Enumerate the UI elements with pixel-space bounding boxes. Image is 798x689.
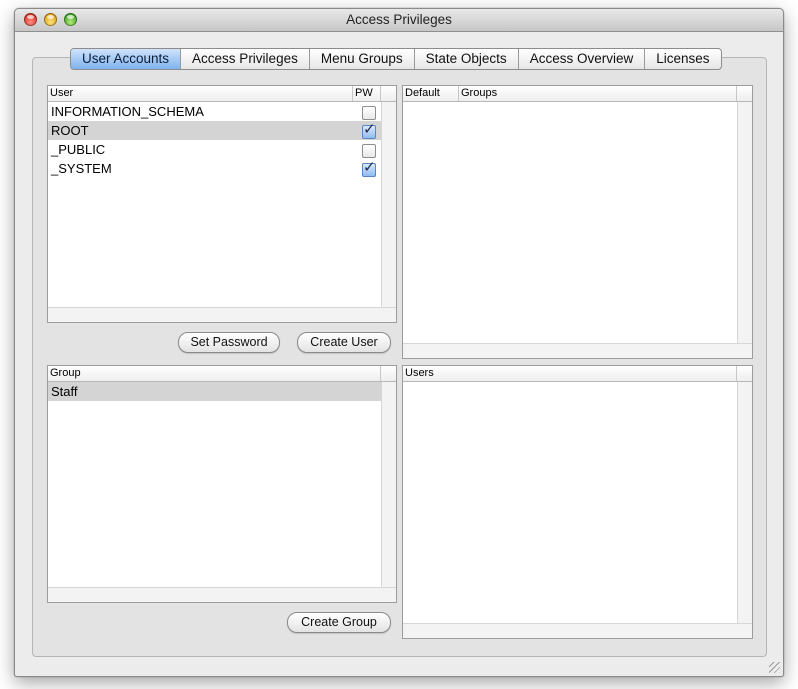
- horizontal-scrollbar[interactable]: [48, 587, 396, 602]
- column-header-groups[interactable]: Groups: [459, 86, 737, 101]
- group-users-table-header: Users: [403, 366, 752, 382]
- tab-access-overview[interactable]: Access Overview: [519, 49, 646, 69]
- tab-licenses[interactable]: Licenses: [645, 49, 720, 69]
- set-password-button[interactable]: Set Password: [178, 332, 280, 353]
- users-table[interactable]: User PW INFORMATION_SCHEMA ROOT _PUBLIC …: [47, 85, 397, 323]
- column-header-group[interactable]: Group: [48, 366, 381, 381]
- users-table-header: User PW: [48, 86, 396, 102]
- tab-bar: User Accounts Access Privileges Menu Gro…: [70, 48, 722, 70]
- table-row[interactable]: Staff: [48, 382, 381, 401]
- vertical-scrollbar[interactable]: [381, 382, 396, 587]
- password-checkbox[interactable]: [362, 106, 376, 120]
- column-header-user[interactable]: User: [48, 86, 353, 101]
- tab-access-privileges[interactable]: Access Privileges: [181, 49, 310, 69]
- table-row[interactable]: _SYSTEM: [48, 159, 381, 178]
- groups-table-header: Group: [48, 366, 396, 382]
- group-users-table[interactable]: Users: [402, 365, 753, 639]
- vertical-scrollbar[interactable]: [737, 382, 752, 623]
- user-groups-table-header: Default Groups: [403, 86, 752, 102]
- password-checkbox[interactable]: [362, 144, 376, 158]
- horizontal-scrollbar[interactable]: [403, 623, 752, 638]
- user-groups-table[interactable]: Default Groups: [402, 85, 753, 359]
- group-name: Staff: [51, 384, 78, 399]
- password-checkbox[interactable]: [362, 158, 376, 177]
- title-bar[interactable]: Access Privileges: [15, 9, 783, 32]
- horizontal-scrollbar[interactable]: [403, 343, 752, 358]
- tab-menu-groups[interactable]: Menu Groups: [310, 49, 415, 69]
- user-name: _SYSTEM: [51, 161, 112, 176]
- app-window: Access Privileges User Accounts Access P…: [14, 8, 784, 677]
- table-row[interactable]: ROOT: [48, 121, 381, 140]
- table-row[interactable]: INFORMATION_SCHEMA: [48, 102, 381, 121]
- create-user-button[interactable]: Create User: [297, 332, 391, 353]
- window-title: Access Privileges: [346, 12, 452, 27]
- groups-table[interactable]: Group Staff: [47, 365, 397, 603]
- create-group-button[interactable]: Create Group: [287, 612, 391, 633]
- column-header-users[interactable]: Users: [403, 366, 737, 381]
- vertical-scrollbar[interactable]: [737, 102, 752, 343]
- horizontal-scrollbar[interactable]: [48, 307, 396, 322]
- user-name: _PUBLIC: [51, 142, 106, 157]
- table-row[interactable]: _PUBLIC: [48, 140, 381, 159]
- column-header-pw[interactable]: PW: [353, 86, 381, 101]
- tab-state-objects[interactable]: State Objects: [415, 49, 519, 69]
- password-checkbox[interactable]: [362, 120, 376, 139]
- vertical-scrollbar[interactable]: [381, 102, 396, 307]
- user-name: INFORMATION_SCHEMA: [51, 104, 204, 119]
- resize-grip-icon[interactable]: [769, 662, 780, 673]
- user-name: ROOT: [51, 123, 89, 138]
- tab-user-accounts[interactable]: User Accounts: [71, 49, 182, 69]
- column-header-default[interactable]: Default: [403, 86, 459, 101]
